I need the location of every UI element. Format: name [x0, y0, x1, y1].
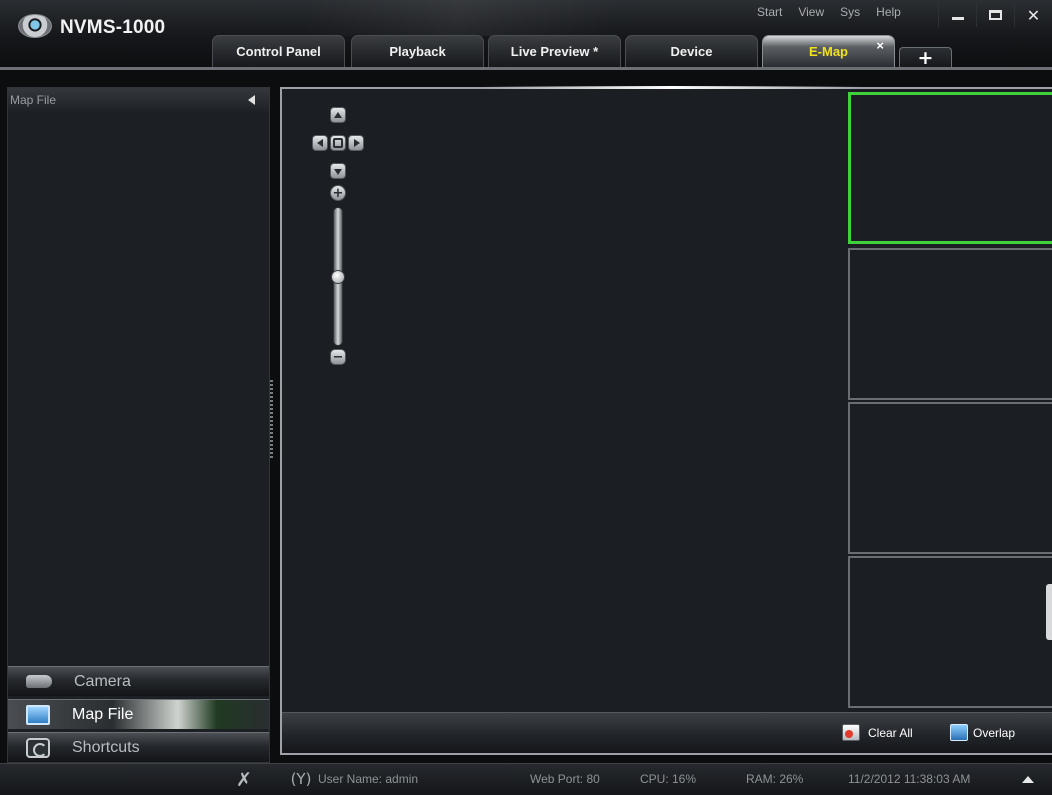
down-arrow-icon [334, 169, 342, 175]
menu-view[interactable]: View [798, 5, 824, 19]
side-panel-handle[interactable] [1046, 584, 1052, 640]
right-arrow-icon [354, 139, 360, 147]
accordion-shortcuts[interactable]: Shortcuts [8, 732, 269, 762]
overlap-button[interactable]: Overlap [950, 724, 1015, 741]
status-ram: RAM: 26% [746, 772, 804, 786]
menu-help[interactable]: Help [876, 5, 901, 19]
maximize-button[interactable] [976, 3, 1014, 27]
antenna-icon: (Y) [290, 770, 312, 788]
expand-up-icon[interactable] [1022, 776, 1034, 783]
left-arrow-icon [317, 139, 323, 147]
zoom-slider-knob[interactable] [331, 269, 345, 284]
panel-header: Map File [8, 88, 269, 112]
camera-icon [26, 675, 52, 688]
pan-up-button[interactable] [330, 107, 346, 123]
panel-title: Map File [10, 93, 57, 107]
menu-sys[interactable]: Sys [840, 5, 860, 19]
zoom-out-button[interactable]: − [330, 349, 346, 365]
status-web-port: Web Port: 80 [530, 772, 600, 786]
tab-playback[interactable]: Playback [351, 35, 484, 67]
pan-center-button[interactable] [330, 135, 346, 151]
video-tile-4[interactable] [848, 556, 1052, 708]
status-user: User Name: admin [318, 772, 419, 786]
video-tile-3[interactable] [848, 402, 1052, 554]
map-file-icon [26, 704, 50, 725]
app-title: NVMS-1000 [60, 17, 166, 38]
left-panel: Map File Camera Map File Shortcuts [7, 87, 270, 763]
map-footer: Clear All Overlap [282, 712, 1052, 753]
status-cpu: CPU: 16% [640, 772, 697, 786]
pan-down-button[interactable] [330, 163, 346, 179]
close-icon: ✕ [1026, 5, 1041, 25]
window-controls: ✕ [938, 3, 1052, 27]
clear-all-icon [842, 724, 860, 741]
map-navigation-control: + − [302, 107, 382, 377]
minimize-button[interactable] [938, 3, 976, 27]
close-window-button[interactable]: ✕ [1014, 3, 1052, 27]
pan-left-button[interactable] [312, 135, 328, 151]
video-tiles [848, 92, 1052, 712]
up-arrow-icon [334, 112, 342, 118]
overlap-icon [950, 724, 968, 741]
map-canvas[interactable]: + − [282, 89, 848, 714]
accordion-map-file[interactable]: Map File [8, 699, 269, 729]
accordion: Camera Map File Shortcuts [8, 663, 269, 762]
panel-splitter-handle[interactable] [270, 380, 273, 460]
accordion-camera[interactable]: Camera [8, 666, 269, 696]
zoom-in-button[interactable]: + [330, 185, 346, 201]
tab-live-preview[interactable]: Live Preview * [488, 35, 621, 67]
status-datetime: 11/2/2012 11:38:03 AM [848, 772, 971, 786]
collapse-panel-icon[interactable] [248, 95, 255, 105]
add-tab-button[interactable]: + [899, 47, 952, 68]
maximize-icon [989, 10, 1002, 20]
video-tile-2[interactable] [848, 248, 1052, 400]
pan-right-button[interactable] [348, 135, 364, 151]
video-tile-1[interactable] [848, 92, 1052, 244]
tab-e-map[interactable]: E-Map × [762, 35, 895, 67]
tab-close-icon[interactable]: × [876, 38, 884, 53]
tab-control-panel[interactable]: Control Panel [212, 35, 345, 67]
app-logo-icon [18, 14, 52, 38]
minimize-icon [951, 16, 964, 20]
center-icon [333, 138, 343, 148]
tools-icon[interactable]: ✗ [232, 769, 256, 791]
title-bar: NVMS-1000 Start View Sys Help ✕ Control … [0, 0, 1052, 68]
shortcuts-icon [26, 737, 50, 758]
status-bar: ✗ (Y) User Name: admin Web Port: 80 CPU:… [0, 763, 1052, 795]
menu-start[interactable]: Start [757, 5, 782, 19]
tab-underline [0, 67, 1052, 70]
tab-device[interactable]: Device [625, 35, 758, 67]
clear-all-button[interactable]: Clear All [842, 724, 913, 741]
top-menu: Start View Sys Help [757, 5, 901, 19]
map-frame: + − Clear All Overlap [280, 86, 1052, 755]
